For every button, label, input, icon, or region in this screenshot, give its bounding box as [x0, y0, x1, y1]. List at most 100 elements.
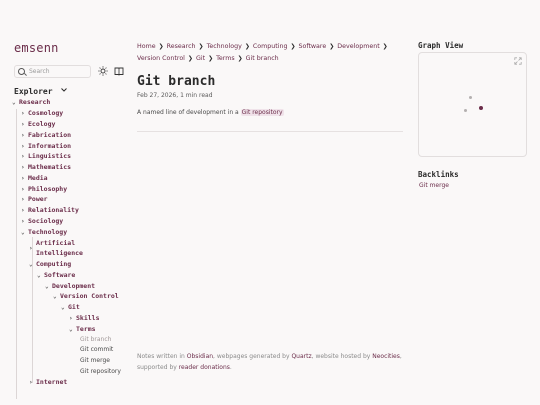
footer-text: .	[229, 364, 232, 371]
graph-node-current[interactable]	[479, 106, 483, 110]
chevron-right-icon: ›	[21, 110, 25, 117]
chevron-right-icon: ›	[29, 379, 33, 386]
tree-folder-linguistics[interactable]: › Linguistics	[21, 151, 71, 161]
search-input[interactable]: Search	[14, 65, 91, 78]
breadcrumb-item[interactable]: Technology	[207, 43, 242, 50]
chevron-right-icon: ❯	[158, 43, 164, 50]
chevron-right-icon: ›	[21, 153, 25, 160]
site-title[interactable]: emsenn	[14, 41, 59, 55]
footer-link-obsidian[interactable]: Obsidian	[187, 353, 213, 360]
tree-folder-artificial-intelligence-line2[interactable]: Intelligence	[36, 248, 83, 258]
chevron-right-icon: ❯	[187, 54, 193, 62]
backlink-git-merge[interactable]: Git merge	[419, 182, 449, 189]
tree-file-git-repository[interactable]: Git repository	[80, 367, 121, 377]
graph-view[interactable]	[418, 52, 527, 157]
chevron-right-icon: ›	[21, 196, 25, 203]
chevron-right-icon: ›	[69, 314, 73, 322]
graph-node[interactable]	[464, 109, 467, 112]
chevron-right-icon: ❯	[290, 43, 296, 50]
chevron-down-icon: ⌄	[45, 282, 49, 290]
tree-guide	[16, 109, 17, 399]
breadcrumb-item[interactable]: Git	[196, 55, 205, 62]
chevron-down-icon: ⌄	[53, 293, 57, 300]
chevron-right-icon: ›	[21, 121, 25, 128]
tree-folder-philosophy[interactable]: › Philosophy	[21, 184, 67, 194]
breadcrumb: Home ❯ Research ❯ Technology ❯ Computing ❯ Softw…	[137, 41, 397, 64]
tree-folder-software[interactable]: ⌄ Software	[37, 270, 75, 280]
chevron-right-icon: ❯	[329, 43, 335, 50]
tree-folder-ecology[interactable]: › Ecology	[21, 119, 55, 129]
chevron-right-icon: ›	[21, 164, 25, 171]
tree-folder-media[interactable]: › Media	[21, 173, 48, 183]
tree-folder-terms[interactable]: ⌄ Terms	[69, 324, 96, 334]
tree-folder-skills[interactable]: › Skills	[69, 313, 99, 323]
footer: Notes written in Obsidian, webpages gene…	[137, 351, 407, 373]
tree-folder-research[interactable]: ⌄ Research	[12, 97, 50, 107]
footer-text: , website hosted by	[311, 353, 373, 360]
footer-link-neocities[interactable]: Neocities	[372, 353, 400, 360]
explorer-title[interactable]: Explorer	[14, 87, 53, 96]
tree-folder-computing[interactable]: ⌄ Computing	[29, 259, 71, 269]
tree-folder-mathematics[interactable]: › Mathematics	[21, 162, 71, 172]
search-row: Search	[14, 65, 132, 78]
page-title: Git branch	[137, 74, 216, 89]
search-placeholder: Search	[29, 68, 50, 75]
tree-file-git-merge[interactable]: Git merge	[80, 356, 110, 366]
footer-text: supported by	[137, 364, 179, 371]
page-meta: Feb 27, 2026, 1 min read	[137, 92, 213, 99]
footer-text: Notes written in	[137, 353, 187, 360]
footer-link-donations[interactable]: reader donations	[179, 364, 230, 371]
tree-folder-internet[interactable]: › Internet	[29, 377, 67, 387]
chevron-down-icon: ⌄	[21, 228, 25, 236]
graph-view-title: Graph View	[418, 41, 464, 50]
tree-folder-development[interactable]: ⌄ Development	[45, 281, 95, 291]
divider	[137, 131, 403, 132]
tree-folder-version-control[interactable]: ⌄ Version Control	[53, 291, 119, 301]
tree-folder-artificial-intelligence[interactable]: ›Artificial	[29, 238, 75, 252]
expand-icon[interactable]	[514, 57, 522, 65]
chevron-right-icon: ❯	[237, 54, 243, 62]
tree-file-git-commit[interactable]: Git commit	[80, 345, 113, 355]
chevron-right-icon: ❯	[244, 43, 250, 50]
breadcrumb-item[interactable]: Computing	[253, 43, 288, 50]
tree-file-git-branch[interactable]: Git branch	[80, 335, 111, 345]
breadcrumb-item[interactable]: Version Control	[137, 55, 185, 62]
backlinks-title: Backlinks	[418, 170, 459, 179]
graph-node[interactable]	[469, 96, 472, 99]
footer-link-quartz[interactable]: Quartz	[291, 353, 311, 360]
chevron-down-icon: ⌄	[37, 271, 41, 279]
breadcrumb-item-current[interactable]: Git branch	[246, 55, 279, 62]
chevron-right-icon: ›	[21, 142, 25, 150]
tree-folder-relationality[interactable]: › Relationality	[21, 205, 79, 215]
breadcrumb-item[interactable]: Terms	[216, 55, 235, 62]
chevron-down-icon: ⌄	[29, 261, 33, 268]
chevron-right-icon: ›	[21, 174, 25, 182]
tree-folder-fabrication[interactable]: › Fabrication	[21, 130, 71, 140]
page-description: A named line of development in a Git rep…	[137, 109, 284, 116]
chevron-right-icon: ›	[21, 217, 25, 225]
chevron-right-icon: ›	[29, 245, 33, 252]
sun-icon[interactable]	[98, 66, 108, 76]
tree-folder-technology[interactable]: ⌄ Technology	[21, 227, 67, 237]
breadcrumb-item[interactable]: Development	[337, 43, 379, 50]
chevron-right-icon: ❯	[208, 54, 214, 62]
tree-folder-cosmology[interactable]: › Cosmology	[21, 108, 63, 118]
description-text: A named line of development in a	[137, 109, 241, 116]
chevron-right-icon: ›	[21, 131, 25, 139]
chevron-down-icon: ⌄	[69, 325, 73, 333]
tree-folder-information[interactable]: › Information	[21, 141, 71, 151]
breadcrumb-item[interactable]: Research	[167, 43, 196, 50]
breadcrumb-item[interactable]: Home	[137, 43, 156, 50]
internal-link-git-repository[interactable]: Git repository	[240, 109, 284, 116]
tree-folder-power[interactable]: › Power	[21, 194, 48, 204]
chevron-down-icon[interactable]	[60, 86, 68, 94]
footer-text: ,	[399, 353, 402, 360]
tree-folder-git[interactable]: ⌄ Git	[61, 302, 80, 312]
chevron-right-icon: ›	[21, 207, 25, 214]
breadcrumb-item[interactable]: Software	[298, 43, 326, 50]
footer-text: , webpages generated by	[213, 353, 292, 360]
chevron-down-icon: ⌄	[61, 304, 65, 311]
chevron-right-icon: ›	[21, 185, 25, 193]
tree-folder-sociology[interactable]: › Sociology	[21, 216, 63, 226]
reader-mode-icon[interactable]	[114, 66, 124, 76]
